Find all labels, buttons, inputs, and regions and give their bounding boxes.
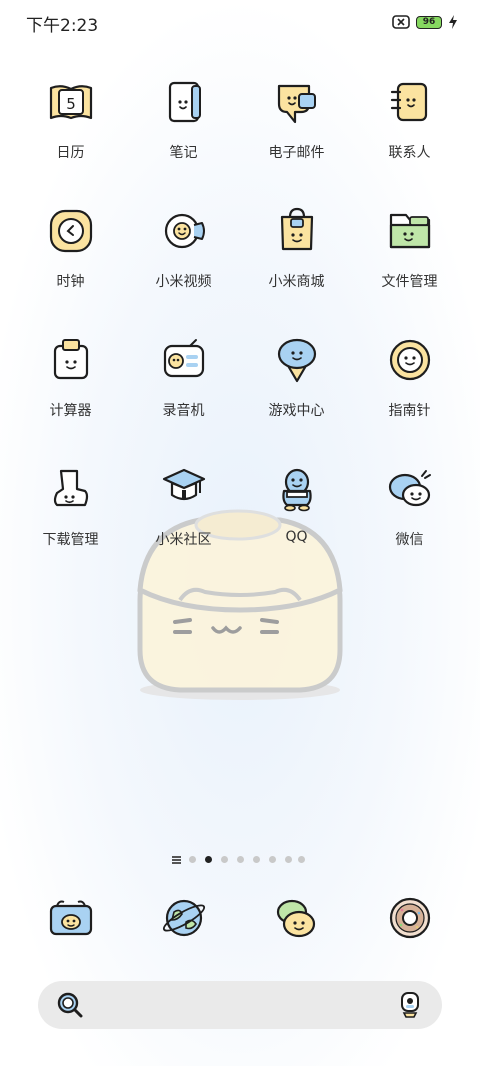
video-icon — [164, 213, 205, 249]
store-icon — [280, 207, 313, 251]
dock-app-messages[interactable] — [240, 894, 353, 942]
app-label: 文件管理 — [381, 274, 438, 290]
app-community[interactable]: 小米社区 — [127, 465, 240, 549]
community-icon — [162, 468, 205, 501]
signal-off-icon — [392, 15, 410, 29]
app-files[interactable]: 文件管理 — [353, 207, 466, 291]
download-icon — [53, 469, 88, 507]
calendar-icon: 5 — [49, 85, 92, 120]
status-time: 下午2:23 — [26, 16, 99, 36]
messages-icon — [276, 899, 315, 938]
app-compass[interactable]: 指南针 — [353, 336, 466, 420]
app-game-center[interactable]: 游戏中心 — [240, 336, 353, 420]
page-dot[interactable] — [237, 856, 244, 863]
search-icon[interactable] — [56, 991, 84, 1019]
qq-icon — [281, 468, 312, 512]
assistant-icon[interactable] — [398, 991, 422, 1019]
app-label: 小米商城 — [268, 274, 325, 290]
page-dot[interactable] — [298, 856, 305, 863]
app-label: 下载管理 — [42, 532, 99, 548]
app-recorder[interactable]: 录音机 — [127, 336, 240, 420]
browser-icon — [162, 899, 205, 937]
status-icons: 96 — [392, 13, 458, 31]
calculator-icon — [53, 339, 88, 380]
dock-app-camera[interactable] — [353, 894, 466, 942]
app-label: 电子邮件 — [268, 145, 325, 161]
app-label: 小米社区 — [155, 532, 212, 548]
compass-icon — [389, 339, 430, 381]
contacts-icon — [390, 82, 427, 122]
app-wechat[interactable]: 微信 — [353, 465, 466, 549]
app-drawer-icon[interactable] — [172, 856, 181, 864]
app-label: 录音机 — [162, 403, 205, 419]
app-label: 日历 — [56, 145, 85, 161]
folder-icon — [389, 213, 430, 249]
app-calculator[interactable]: 计算器 — [14, 336, 127, 420]
page-dot[interactable] — [221, 856, 228, 863]
page-dot[interactable] — [253, 856, 260, 863]
app-label: 时钟 — [56, 274, 85, 290]
app-downloads[interactable]: 下载管理 — [14, 465, 127, 549]
app-video[interactable]: 小米视频 — [127, 207, 240, 291]
app-label: 计算器 — [49, 403, 92, 419]
app-label: 指南针 — [388, 403, 431, 419]
phone-icon — [49, 900, 92, 936]
dock-app-phone[interactable] — [14, 894, 127, 942]
app-label: 游戏中心 — [268, 403, 325, 419]
battery-level: 96 — [422, 17, 436, 27]
wechat-icon — [388, 470, 431, 507]
charging-icon — [449, 15, 457, 29]
email-icon — [277, 84, 316, 124]
status-bar: 下午2:23 96 — [0, 0, 480, 44]
game-center-icon — [277, 338, 316, 383]
page-dot[interactable] — [189, 856, 196, 863]
recorder-icon — [163, 339, 204, 378]
app-contacts[interactable]: 联系人 — [353, 78, 466, 162]
notes-icon — [168, 81, 201, 123]
page-dot[interactable] — [269, 856, 276, 863]
camera-icon — [389, 897, 430, 939]
dock-app-browser[interactable] — [127, 894, 240, 942]
calendar-day: 5 — [66, 95, 76, 113]
app-email[interactable]: 电子邮件 — [240, 78, 353, 162]
app-clock[interactable]: 时钟 — [14, 207, 127, 291]
page-dot[interactable] — [285, 856, 292, 863]
app-calendar[interactable]: 5 日历 — [14, 78, 127, 162]
app-label: 微信 — [395, 532, 424, 548]
dock — [0, 894, 480, 950]
app-store[interactable]: 小米商城 — [240, 207, 353, 291]
page-dot-active[interactable] — [205, 856, 212, 863]
app-label: 笔记 — [169, 145, 198, 161]
app-qq[interactable]: QQ — [240, 465, 353, 545]
search-bar[interactable] — [38, 981, 442, 1029]
app-label: 小米视频 — [155, 274, 212, 290]
app-label: 联系人 — [388, 145, 431, 161]
page-indicator[interactable] — [0, 853, 480, 867]
clock-icon — [49, 209, 92, 253]
app-notes[interactable]: 笔记 — [127, 78, 240, 162]
app-label: QQ — [285, 529, 308, 545]
battery-icon: 96 — [416, 15, 442, 29]
